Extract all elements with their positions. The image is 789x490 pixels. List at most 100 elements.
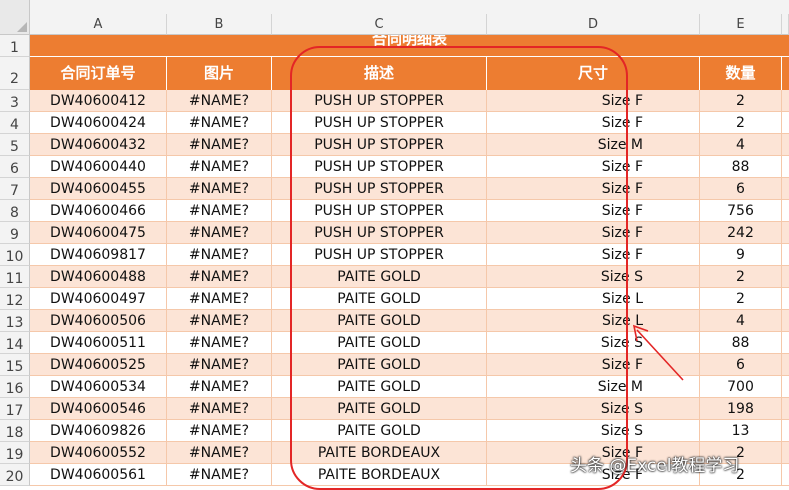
cell-quantity[interactable]: 2	[700, 112, 782, 134]
cell-size[interactable]: Size F	[487, 200, 700, 222]
cell-image[interactable]: #NAME?	[167, 244, 272, 266]
row-header[interactable]: 14	[0, 332, 30, 354]
cell-order-number[interactable]: DW40600497	[30, 288, 167, 310]
cell-empty[interactable]	[782, 398, 789, 420]
cell-image[interactable]: #NAME?	[167, 200, 272, 222]
cell-description[interactable]: PUSH UP STOPPER	[272, 244, 487, 266]
cell-image[interactable]: #NAME?	[167, 332, 272, 354]
header-size[interactable]: 尺寸	[487, 57, 700, 90]
cell-size[interactable]: Size F	[487, 222, 700, 244]
cell-order-number[interactable]: DW40600466	[30, 200, 167, 222]
header-empty-column[interactable]	[782, 57, 789, 90]
row-header[interactable]: 17	[0, 398, 30, 420]
cell-size[interactable]: Size S	[487, 398, 700, 420]
column-header-b[interactable]: B	[167, 14, 272, 35]
header-quantity[interactable]: 数量	[700, 57, 782, 90]
cell-size[interactable]: Size F	[487, 244, 700, 266]
cell-quantity[interactable]: 6	[700, 354, 782, 376]
cell-order-number[interactable]: DW40600506	[30, 310, 167, 332]
cell-empty[interactable]	[782, 244, 789, 266]
cell-order-number[interactable]: DW40600440	[30, 156, 167, 178]
cell-quantity[interactable]: 2	[700, 266, 782, 288]
cell-description[interactable]: PUSH UP STOPPER	[272, 178, 487, 200]
cell-empty[interactable]	[782, 134, 789, 156]
cell-image[interactable]: #NAME?	[167, 222, 272, 244]
cell-quantity[interactable]: 13	[700, 420, 782, 442]
cell-size[interactable]: Size F	[487, 90, 700, 112]
cell-quantity[interactable]: 9	[700, 244, 782, 266]
row-header[interactable]: 16	[0, 376, 30, 398]
cell-description[interactable]: PUSH UP STOPPER	[272, 156, 487, 178]
row-header[interactable]: 7	[0, 178, 30, 200]
cell-order-number[interactable]: DW40600525	[30, 354, 167, 376]
cell-quantity[interactable]: 2	[700, 288, 782, 310]
cell-image[interactable]: #NAME?	[167, 134, 272, 156]
row-header[interactable]: 13	[0, 310, 30, 332]
column-header-f[interactable]	[782, 14, 789, 35]
select-all-button[interactable]	[0, 0, 30, 35]
row-header[interactable]: 12	[0, 288, 30, 310]
column-header-e[interactable]: E	[700, 14, 782, 35]
cell-empty[interactable]	[782, 464, 789, 486]
header-order-number[interactable]: 合同订单号	[30, 57, 167, 90]
cell-description[interactable]: PUSH UP STOPPER	[272, 200, 487, 222]
cell-size[interactable]: Size S	[487, 332, 700, 354]
row-header[interactable]: 8	[0, 200, 30, 222]
cell-order-number[interactable]: DW40600546	[30, 398, 167, 420]
cell-image[interactable]: #NAME?	[167, 398, 272, 420]
cell-order-number[interactable]: DW40600561	[30, 464, 167, 486]
cell-size[interactable]: Size F	[487, 354, 700, 376]
cell-description[interactable]: PAITE BORDEAUX	[272, 442, 487, 464]
cell-image[interactable]: #NAME?	[167, 464, 272, 486]
cell-image[interactable]: #NAME?	[167, 442, 272, 464]
cell-image[interactable]: #NAME?	[167, 266, 272, 288]
row-header[interactable]: 2	[0, 57, 30, 90]
cell-image[interactable]: #NAME?	[167, 376, 272, 398]
cell-size[interactable]: Size S	[487, 420, 700, 442]
cell-order-number[interactable]: DW40600424	[30, 112, 167, 134]
cell-quantity[interactable]: 242	[700, 222, 782, 244]
cell-order-number[interactable]: DW40600475	[30, 222, 167, 244]
header-description[interactable]: 描述	[272, 57, 487, 90]
cell-size[interactable]: Size L	[487, 310, 700, 332]
cell-size[interactable]: Size F	[487, 112, 700, 134]
cell-order-number[interactable]: DW40609817	[30, 244, 167, 266]
cell-image[interactable]: #NAME?	[167, 288, 272, 310]
cell-description[interactable]: PAITE BORDEAUX	[272, 464, 487, 486]
cell-order-number[interactable]: DW40600412	[30, 90, 167, 112]
cell-quantity[interactable]: 756	[700, 200, 782, 222]
cell-quantity[interactable]: 4	[700, 134, 782, 156]
cell-quantity[interactable]: 88	[700, 332, 782, 354]
cell-description[interactable]: PAITE GOLD	[272, 310, 487, 332]
column-header-d[interactable]: D	[487, 14, 700, 35]
cell-empty[interactable]	[782, 442, 789, 464]
cell-empty[interactable]	[782, 310, 789, 332]
row-header[interactable]: 18	[0, 420, 30, 442]
cell-image[interactable]: #NAME?	[167, 310, 272, 332]
cell-quantity[interactable]: 6	[700, 178, 782, 200]
cell-empty[interactable]	[782, 156, 789, 178]
cell-image[interactable]: #NAME?	[167, 112, 272, 134]
cell-order-number[interactable]: DW40600488	[30, 266, 167, 288]
cell-size[interactable]: Size M	[487, 134, 700, 156]
cell-description[interactable]: PAITE GOLD	[272, 332, 487, 354]
cell-image[interactable]: #NAME?	[167, 354, 272, 376]
cell-empty[interactable]	[782, 112, 789, 134]
column-header-c[interactable]: C	[272, 14, 487, 35]
cell-empty[interactable]	[782, 354, 789, 376]
cell-empty[interactable]	[782, 332, 789, 354]
cell-size[interactable]: Size M	[487, 376, 700, 398]
header-image[interactable]: 图片	[167, 57, 272, 90]
row-header[interactable]: 20	[0, 464, 30, 486]
cell-description[interactable]: PAITE GOLD	[272, 376, 487, 398]
row-header[interactable]: 3	[0, 90, 30, 112]
cell-description[interactable]: PUSH UP STOPPER	[272, 222, 487, 244]
cell-order-number[interactable]: DW40600552	[30, 442, 167, 464]
cell-size[interactable]: Size L	[487, 288, 700, 310]
cell-empty[interactable]	[782, 90, 789, 112]
cell-empty[interactable]	[782, 200, 789, 222]
row-header[interactable]: 4	[0, 112, 30, 134]
cell-empty[interactable]	[782, 222, 789, 244]
cell-order-number[interactable]: DW40600455	[30, 178, 167, 200]
cell-size[interactable]: Size F	[487, 178, 700, 200]
